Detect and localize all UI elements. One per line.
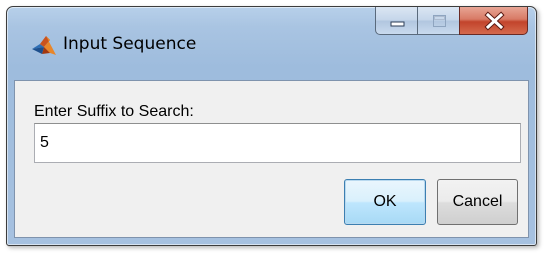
ok-button[interactable]: OK (344, 179, 426, 225)
window-title: Input Sequence (63, 34, 197, 54)
suffix-input[interactable] (34, 123, 521, 163)
close-icon (484, 11, 505, 31)
maximize-icon (433, 15, 446, 27)
dialog-window: Input Sequence Enter Suffix to Search: 5… (6, 6, 537, 246)
title-bar[interactable]: Input Sequence (7, 7, 536, 77)
minimize-button[interactable] (375, 7, 418, 35)
minimize-icon (390, 21, 405, 27)
close-button[interactable] (459, 7, 528, 35)
prompt-label: Enter Suffix to Search: (34, 103, 194, 120)
maximize-button[interactable] (417, 7, 460, 35)
matlab-membrane-icon (31, 32, 57, 58)
caption-buttons (375, 7, 528, 37)
cancel-button[interactable]: Cancel (437, 179, 518, 225)
